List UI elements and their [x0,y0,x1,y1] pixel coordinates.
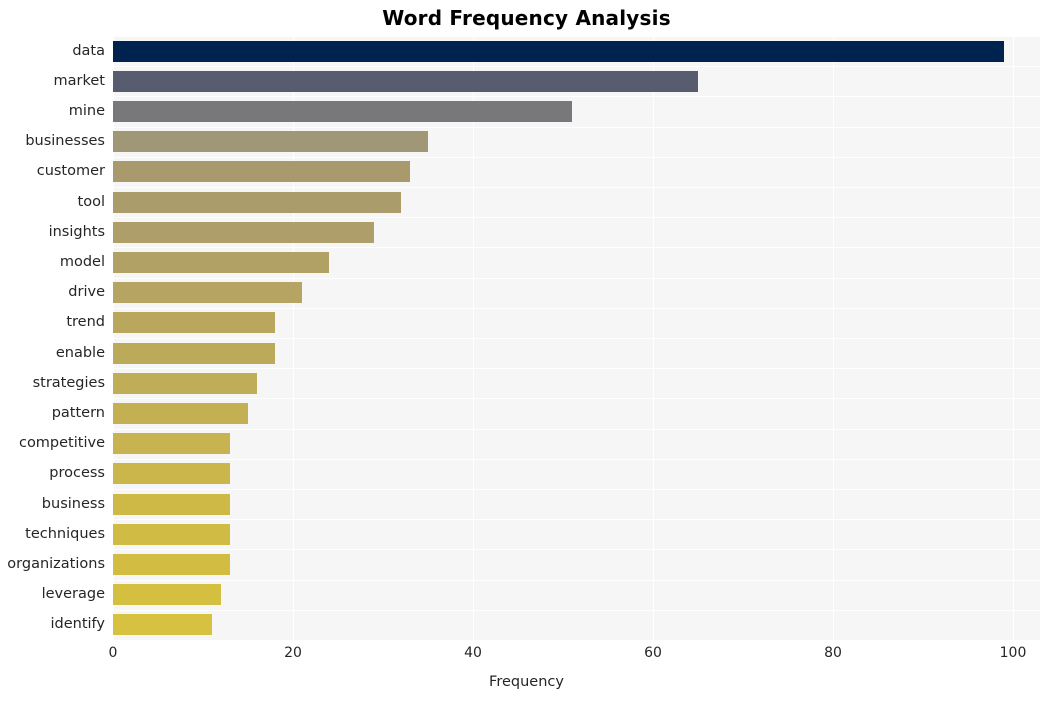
bar [113,312,275,334]
y-axis-tick-label: pattern [51,405,105,421]
bar [113,101,572,122]
y-axis-tick-label: insights [48,223,105,240]
bar [113,523,230,545]
gridline-horizontal [113,580,1040,581]
x-axis-tick-label: 40 [464,645,482,661]
y-axis-tick-label: competitive [18,435,105,452]
y-axis-tick-label: drive [68,284,105,301]
gridline-horizontal [113,66,1040,67]
bar [113,191,401,213]
bar [113,554,230,575]
gridline-horizontal [113,610,1040,611]
plot-area [113,36,1040,641]
y-axis-tick-label: organizations [7,556,105,572]
x-axis-tick-label: 80 [824,645,842,661]
bar [113,372,257,394]
gridline-horizontal [113,368,1040,369]
gridline-horizontal [113,217,1040,218]
page-title: Word Frequency Analysis [382,6,671,30]
gridline-horizontal [113,247,1040,248]
y-axis-tick-label: mine [68,103,105,119]
gridline-horizontal [113,519,1040,520]
bar [113,131,428,153]
gridline-horizontal [113,127,1040,128]
gridline-horizontal [113,187,1040,188]
bar [113,252,329,273]
y-axis-tick-label: strategies [32,374,105,391]
bar [113,70,698,92]
gridline-horizontal [113,429,1040,430]
x-axis-tick-label: 0 [108,645,118,661]
gridline-horizontal [113,308,1040,309]
bar [113,614,212,636]
gridline-horizontal [113,338,1040,339]
y-axis-tick-label: customer [36,163,105,180]
y-axis-tick-label: trend [66,314,105,331]
gridline-horizontal [113,398,1040,399]
y-axis-tick-label: data [72,42,105,59]
x-axis-tick-label: 20 [284,645,302,661]
bar [113,282,302,304]
bar [113,161,410,183]
y-axis-tick-label: enable [55,344,105,361]
bar [113,403,248,424]
gridline-horizontal [113,549,1040,550]
bar [113,433,230,455]
gridline-horizontal [113,459,1040,460]
y-axis-tick-label: model [59,254,105,270]
bar [113,584,221,606]
x-axis-tick-label: 100 [999,645,1027,661]
gridline-horizontal [113,157,1040,158]
y-axis-tick-label: market [53,72,105,89]
bar [113,493,230,515]
y-axis-tick-label: process [49,465,105,482]
x-axis-label: Frequency [489,674,564,690]
y-axis-tick-label: leverage [41,586,105,603]
x-axis-tick-label: 60 [644,645,662,661]
gridline-horizontal [113,96,1040,97]
chart-figure: Word Frequency Analysis data market mine bu… [0,0,1053,701]
bar [113,40,1004,62]
bar [113,463,230,485]
y-axis-tick-label: techniques [25,525,105,542]
y-axis-tick-label: tool [77,193,105,210]
bar [113,221,374,243]
gridline-horizontal [113,36,1040,37]
gridline-horizontal [113,640,1040,641]
y-axis-tick-label: business [41,495,105,512]
y-axis-tick-label: identify [50,616,106,633]
bar [113,342,275,364]
gridline-horizontal [113,489,1040,490]
y-axis-tick-label: businesses [25,133,105,150]
gridline-horizontal [113,278,1040,279]
